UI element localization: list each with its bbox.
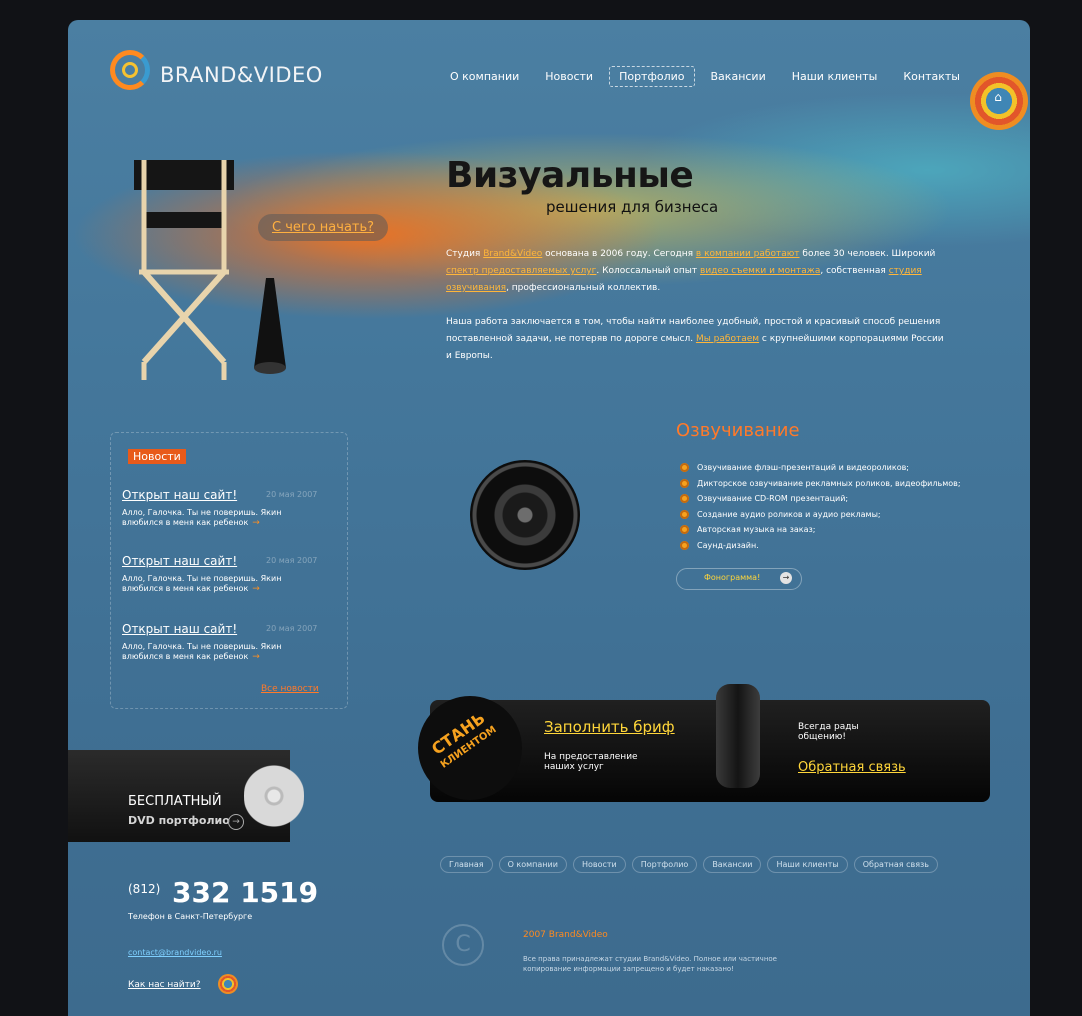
brand-logo-text[interactable]: BRAND&VIDEO	[160, 63, 323, 87]
home-icon[interactable]: ⌂	[991, 90, 1005, 104]
dvd-subtitle[interactable]: DVD портфолио	[128, 814, 230, 827]
all-news-link[interactable]: Все новости	[261, 684, 319, 694]
footer-nav-about[interactable]: О компании	[498, 856, 567, 873]
list-item-text: Саунд-дизайн.	[697, 540, 759, 550]
studio-link[interactable]: Brand&Video	[483, 249, 542, 259]
dvd-arrow-icon[interactable]: →	[228, 814, 244, 830]
footer-nav: Главная О компании Новости Портфолио Вак…	[440, 856, 938, 873]
news-date: 20 мая 2007	[266, 490, 318, 499]
list-item-text: Озвучивание флэш-презентаций и видеороли…	[697, 463, 909, 473]
footer-nav-clients[interactable]: Наши клиенты	[767, 856, 848, 873]
bullet-icon	[680, 509, 689, 519]
list-item: Авторская музыка на заказ;	[680, 522, 961, 538]
footer-nav-feedback[interactable]: Обратная связь	[853, 856, 938, 873]
work-paragraph: Наша работа заключается в том, чтобы най…	[446, 314, 946, 365]
news-text: Алло, Галочка. Ты не поверишь. Якин влюб…	[122, 508, 292, 528]
phonogram-label[interactable]: Фонограмма!	[704, 573, 760, 582]
megaphone-icon	[254, 278, 286, 374]
list-item-text: Создание аудио роликов и аудио рекламы;	[697, 509, 881, 519]
video-link[interactable]: видео съемки и монтажа	[700, 266, 820, 276]
copyright-icon: C	[442, 924, 484, 966]
nav-item-news[interactable]: Новости	[535, 66, 603, 87]
nav-item-contacts[interactable]: Контакты	[893, 66, 970, 87]
brief-caption: На предоставление наших услуг	[544, 752, 638, 772]
nav-item-vacancies[interactable]: Вакансии	[701, 66, 776, 87]
footer-nav-portfolio[interactable]: Портфолио	[631, 856, 698, 873]
services-link[interactable]: спектр предоставляемых услуг	[446, 266, 596, 276]
news-more-arrow-icon[interactable]: →	[252, 584, 260, 594]
news-more-arrow-icon[interactable]: →	[252, 652, 260, 662]
news-date: 20 мая 2007	[266, 556, 318, 565]
bullet-icon	[680, 525, 689, 535]
main-nav: О компании Новости Портфолио Вакансии На…	[440, 66, 976, 87]
phone-number: 332 1519	[172, 876, 319, 909]
news-date: 20 мая 2007	[266, 624, 318, 633]
news-tab[interactable]: Новости	[128, 449, 186, 464]
logo-inner-icon	[122, 62, 138, 78]
feedback-link[interactable]: Обратная связь	[798, 760, 906, 775]
bullet-icon	[680, 478, 689, 488]
fill-brief-link[interactable]: Заполнить бриф	[544, 718, 675, 736]
footer-nav-news[interactable]: Новости	[572, 856, 626, 873]
dvd-title[interactable]: БЕСПЛАТНЫЙ	[128, 794, 222, 809]
speaker-icon	[470, 460, 580, 570]
list-item: Дикторское озвучивание рекламных роликов…	[680, 476, 961, 492]
list-item: Озвучивание флэш-презентаций и видеороли…	[680, 460, 961, 476]
sound-services-list: Озвучивание флэш-презентаций и видеороли…	[680, 460, 961, 553]
text-span: основана в 2006 году. Сегодня	[542, 249, 696, 259]
staff-link[interactable]: в компании работают	[696, 249, 800, 259]
list-item: Озвучивание CD-ROM презентаций;	[680, 491, 961, 507]
start-cta-link[interactable]: С чего начать?	[258, 214, 389, 241]
nav-item-about[interactable]: О компании	[440, 66, 529, 87]
clients-link[interactable]: Мы работаем	[696, 334, 759, 344]
how-to-find-link[interactable]: Как нас найти?	[128, 980, 201, 990]
phone-caption: Телефон в Санкт-Петербурге	[128, 912, 253, 921]
footer-nav-home[interactable]: Главная	[440, 856, 493, 873]
bullet-icon	[680, 463, 689, 473]
page: BRAND&VIDEO О компании Новости Портфолио…	[68, 20, 1030, 1016]
text-span: Студия	[446, 249, 484, 259]
nav-item-portfolio[interactable]: Портфолио	[609, 66, 695, 87]
nav-item-clients[interactable]: Наши клиенты	[782, 66, 888, 87]
news-item: Открыт наш сайт! 20 мая 2007 Алло, Галоч…	[122, 622, 332, 662]
news-item: Открыт наш сайт! 20 мая 2007 Алло, Галоч…	[122, 488, 332, 528]
bullet-icon	[680, 494, 689, 504]
text-span: более 30 человек. Широкий	[799, 249, 936, 259]
list-item-text: Дикторское озвучивание рекламных роликов…	[697, 478, 961, 488]
footer-nav-vacancies[interactable]: Вакансии	[703, 856, 762, 873]
dvd-disc-icon	[244, 752, 304, 840]
bullet-icon	[680, 540, 689, 550]
news-item: Открыт наш сайт! 20 мая 2007 Алло, Галоч…	[122, 554, 332, 594]
list-item: Создание аудио роликов и аудио рекламы;	[680, 507, 961, 523]
list-item: Саунд-дизайн.	[680, 538, 961, 554]
phone-area-code: (812)	[128, 882, 161, 896]
text-span: , профессиональный коллектив.	[506, 283, 661, 293]
copyright-year: 2007 Brand&Video	[523, 930, 608, 940]
intro-paragraph: Студия Brand&Video основана в 2006 году.…	[446, 246, 946, 297]
director-chair-icon	[134, 160, 234, 380]
list-item-text: Озвучивание CD-ROM презентаций;	[697, 494, 849, 504]
copyright-text: Все права принадлежат студии Brand&Video…	[523, 955, 777, 973]
text-span: . Колоссальный опыт	[596, 266, 701, 276]
text-span: , собственная	[820, 266, 889, 276]
email-link[interactable]: contact@brandvideo.ru	[128, 948, 222, 957]
hero-subtitle: решения для бизнеса	[546, 198, 719, 216]
hero-title: Визуальные	[446, 155, 694, 196]
mobile-phone-icon	[716, 684, 760, 788]
phonogram-arrow-icon[interactable]: →	[780, 572, 792, 584]
news-more-arrow-icon[interactable]: →	[252, 518, 260, 528]
news-text: Алло, Галочка. Ты не поверишь. Якин влюб…	[122, 642, 292, 662]
list-item-text: Авторская музыка на заказ;	[697, 525, 816, 535]
always-glad-text: Всегда рады общению!	[798, 722, 859, 742]
sound-section-title: Озвучивание	[676, 420, 800, 441]
locate-icon[interactable]	[218, 974, 238, 994]
news-text: Алло, Галочка. Ты не поверишь. Якин влюб…	[122, 574, 292, 594]
